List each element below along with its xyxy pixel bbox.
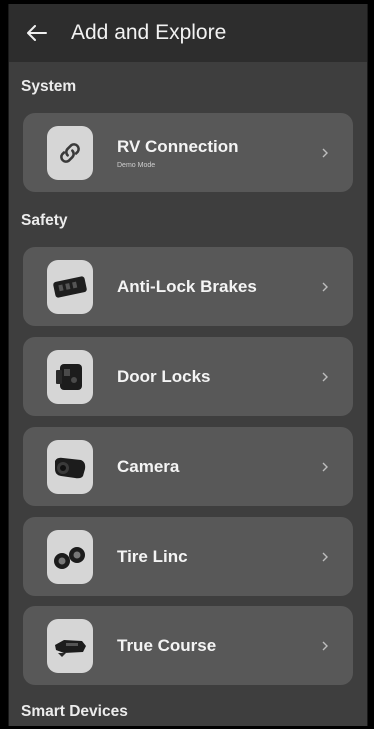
rv-connection-item[interactable]: RV Connection Demo Mode <box>23 113 353 192</box>
chevron-right-icon <box>321 371 331 383</box>
item-label: Camera <box>117 456 180 476</box>
arrow-left-icon <box>27 25 47 41</box>
link-icon <box>60 142 80 163</box>
door-lock-icon <box>56 363 82 390</box>
item-sublabel: Demo Mode <box>117 161 156 169</box>
tire-sensors-icon <box>54 546 85 569</box>
camera-icon <box>55 457 86 478</box>
item-icon-tile <box>47 439 93 494</box>
item-icon-tile <box>47 125 93 180</box>
section-header-safety: Safety <box>21 212 68 229</box>
door-locks-item[interactable]: Door Locks <box>23 337 353 416</box>
item-icon-tile <box>47 529 93 584</box>
chevron-right-icon <box>321 461 331 473</box>
item-label: RV Connection <box>117 136 239 156</box>
brake-controller-icon <box>53 275 87 298</box>
back-button[interactable] <box>27 4 61 62</box>
item-icon-tile <box>47 618 93 673</box>
item-label: Tire Linc <box>117 546 188 566</box>
camera-item[interactable]: Camera <box>23 427 353 506</box>
sway-control-icon <box>55 639 86 657</box>
page-title: Add and Explore <box>71 21 227 44</box>
item-label: Anti-Lock Brakes <box>117 276 257 296</box>
app-header: Add and Explore <box>9 4 367 62</box>
item-label: True Course <box>117 635 217 655</box>
tire-linc-item[interactable]: Tire Linc <box>23 517 353 596</box>
item-icon-tile <box>47 259 93 314</box>
item-icon-tile <box>47 349 93 404</box>
anti-lock-brakes-item[interactable]: Anti-Lock Brakes <box>23 247 353 326</box>
add-and-explore-screen: Add and Explore System RV Connection Dem… <box>8 4 368 726</box>
chevron-right-icon <box>321 640 331 652</box>
chevron-right-icon <box>321 281 331 293</box>
true-course-item[interactable]: True Course <box>23 606 353 685</box>
chevron-right-icon <box>321 551 331 563</box>
section-header-smart-devices: Smart Devices <box>21 703 128 720</box>
chevron-right-icon <box>321 147 331 159</box>
section-header-system: System <box>21 78 77 95</box>
item-label: Door Locks <box>117 366 211 386</box>
